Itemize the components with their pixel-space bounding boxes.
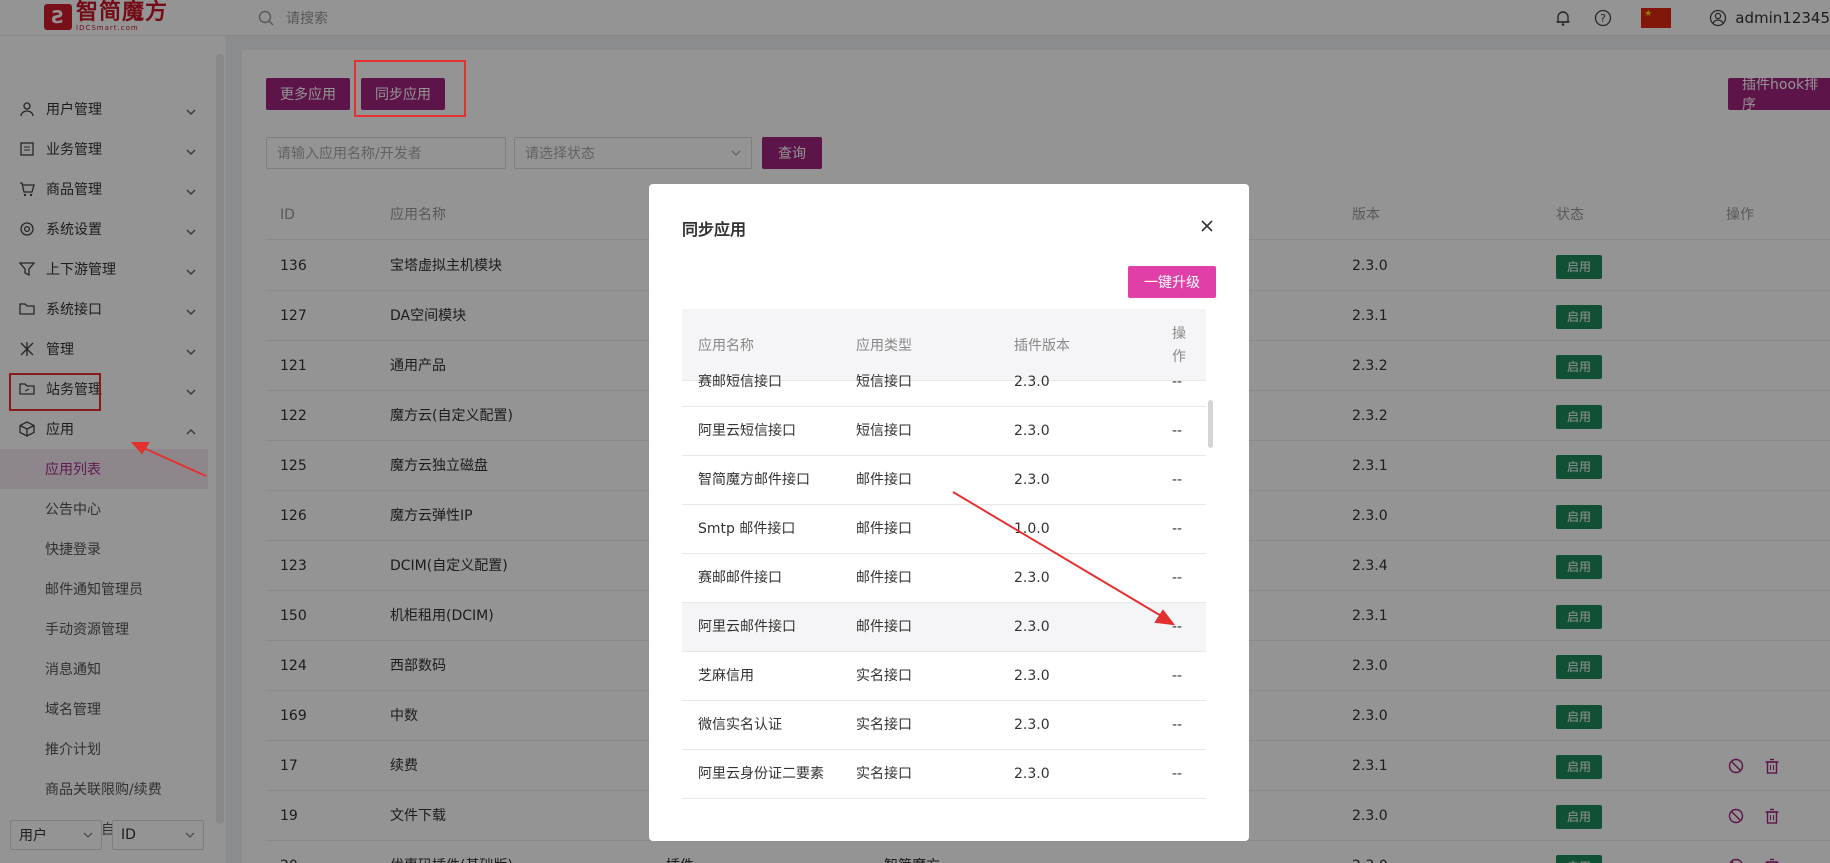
sync-table-row: 微信实名认证 实名接口 2.3.0 -- bbox=[682, 701, 1206, 750]
cell-name: 阿里云身份证二要素 bbox=[698, 766, 824, 782]
cell-name: 阿里云邮件接口 bbox=[698, 619, 796, 635]
upgrade-all-button[interactable]: 一键升级 bbox=[1128, 266, 1216, 298]
sync-apps-modal: 同步应用 一键升级 应用名称 应用类型 插件版本 操 作 赛邮短信接口 短信接口 2… bbox=[649, 184, 1249, 841]
cell-version: 2.3.0 bbox=[1014, 570, 1050, 586]
cell-ops[interactable]: -- bbox=[1172, 358, 1182, 406]
cell-type: 邮件接口 bbox=[856, 521, 912, 537]
cell-ops[interactable]: -- bbox=[1172, 554, 1182, 602]
modal-title: 同步应用 bbox=[682, 220, 747, 239]
sync-table-row: 赛邮短信接口 短信接口 2.3.0 -- bbox=[682, 358, 1206, 407]
cell-ops[interactable]: -- bbox=[1172, 456, 1182, 504]
cell-version: 2.3.0 bbox=[1014, 717, 1050, 733]
cell-type: 实名接口 bbox=[856, 766, 912, 782]
cell-name: Smtp 邮件接口 bbox=[698, 521, 796, 537]
cell-ops[interactable]: -- bbox=[1172, 652, 1182, 700]
sync-table-row: 阿里云身份证二要素 实名接口 2.3.0 -- bbox=[682, 750, 1206, 799]
sync-table-row: 阿里云邮件接口 邮件接口 2.3.0 -- bbox=[682, 603, 1206, 652]
sync-table-row: 芝麻信用 实名接口 2.3.0 -- bbox=[682, 652, 1206, 701]
sync-table-scrollbar[interactable] bbox=[1208, 400, 1213, 448]
cell-name: 芝麻信用 bbox=[698, 668, 754, 684]
cell-name: 赛邮短信接口 bbox=[698, 374, 782, 390]
cell-name: 阿里云短信接口 bbox=[698, 423, 796, 439]
cell-version: 2.3.0 bbox=[1014, 423, 1050, 439]
sync-table-row: Smtp 邮件接口 邮件接口 1.0.0 -- bbox=[682, 505, 1206, 554]
cell-ops[interactable]: -- bbox=[1172, 750, 1182, 798]
cell-ops[interactable]: -- bbox=[1172, 505, 1182, 553]
cell-type: 邮件接口 bbox=[856, 619, 912, 635]
sync-table-row: 阿里云短信接口 短信接口 2.3.0 -- bbox=[682, 407, 1206, 456]
cell-version: 2.3.0 bbox=[1014, 766, 1050, 782]
cell-type: 实名接口 bbox=[856, 668, 912, 684]
cell-version: 2.3.0 bbox=[1014, 472, 1050, 488]
cell-version: 2.3.0 bbox=[1014, 374, 1050, 390]
cell-version: 2.3.0 bbox=[1014, 668, 1050, 684]
cell-type: 短信接口 bbox=[856, 374, 912, 390]
cell-ops[interactable]: -- bbox=[1172, 701, 1182, 749]
cell-type: 实名接口 bbox=[856, 717, 912, 733]
cell-name: 微信实名认证 bbox=[698, 717, 782, 733]
cell-type: 邮件接口 bbox=[856, 570, 912, 586]
cell-type: 短信接口 bbox=[856, 423, 912, 439]
cell-type: 邮件接口 bbox=[856, 472, 912, 488]
sync-table-row: 智简魔方邮件接口 邮件接口 2.3.0 -- bbox=[682, 456, 1206, 505]
sync-apps-table: 应用名称 应用类型 插件版本 操 作 赛邮短信接口 短信接口 2.3.0 -- 阿里云短… bbox=[682, 309, 1206, 809]
cell-version: 1.0.0 bbox=[1014, 521, 1050, 537]
cell-ops[interactable]: -- bbox=[1172, 407, 1182, 455]
cell-name: 赛邮邮件接口 bbox=[698, 570, 782, 586]
cell-ops[interactable]: -- bbox=[1172, 603, 1182, 651]
sync-table-row: 赛邮邮件接口 邮件接口 2.3.0 -- bbox=[682, 554, 1206, 603]
cell-version: 2.3.0 bbox=[1014, 619, 1050, 635]
close-icon[interactable] bbox=[1197, 216, 1217, 236]
cell-name: 智简魔方邮件接口 bbox=[698, 472, 810, 488]
